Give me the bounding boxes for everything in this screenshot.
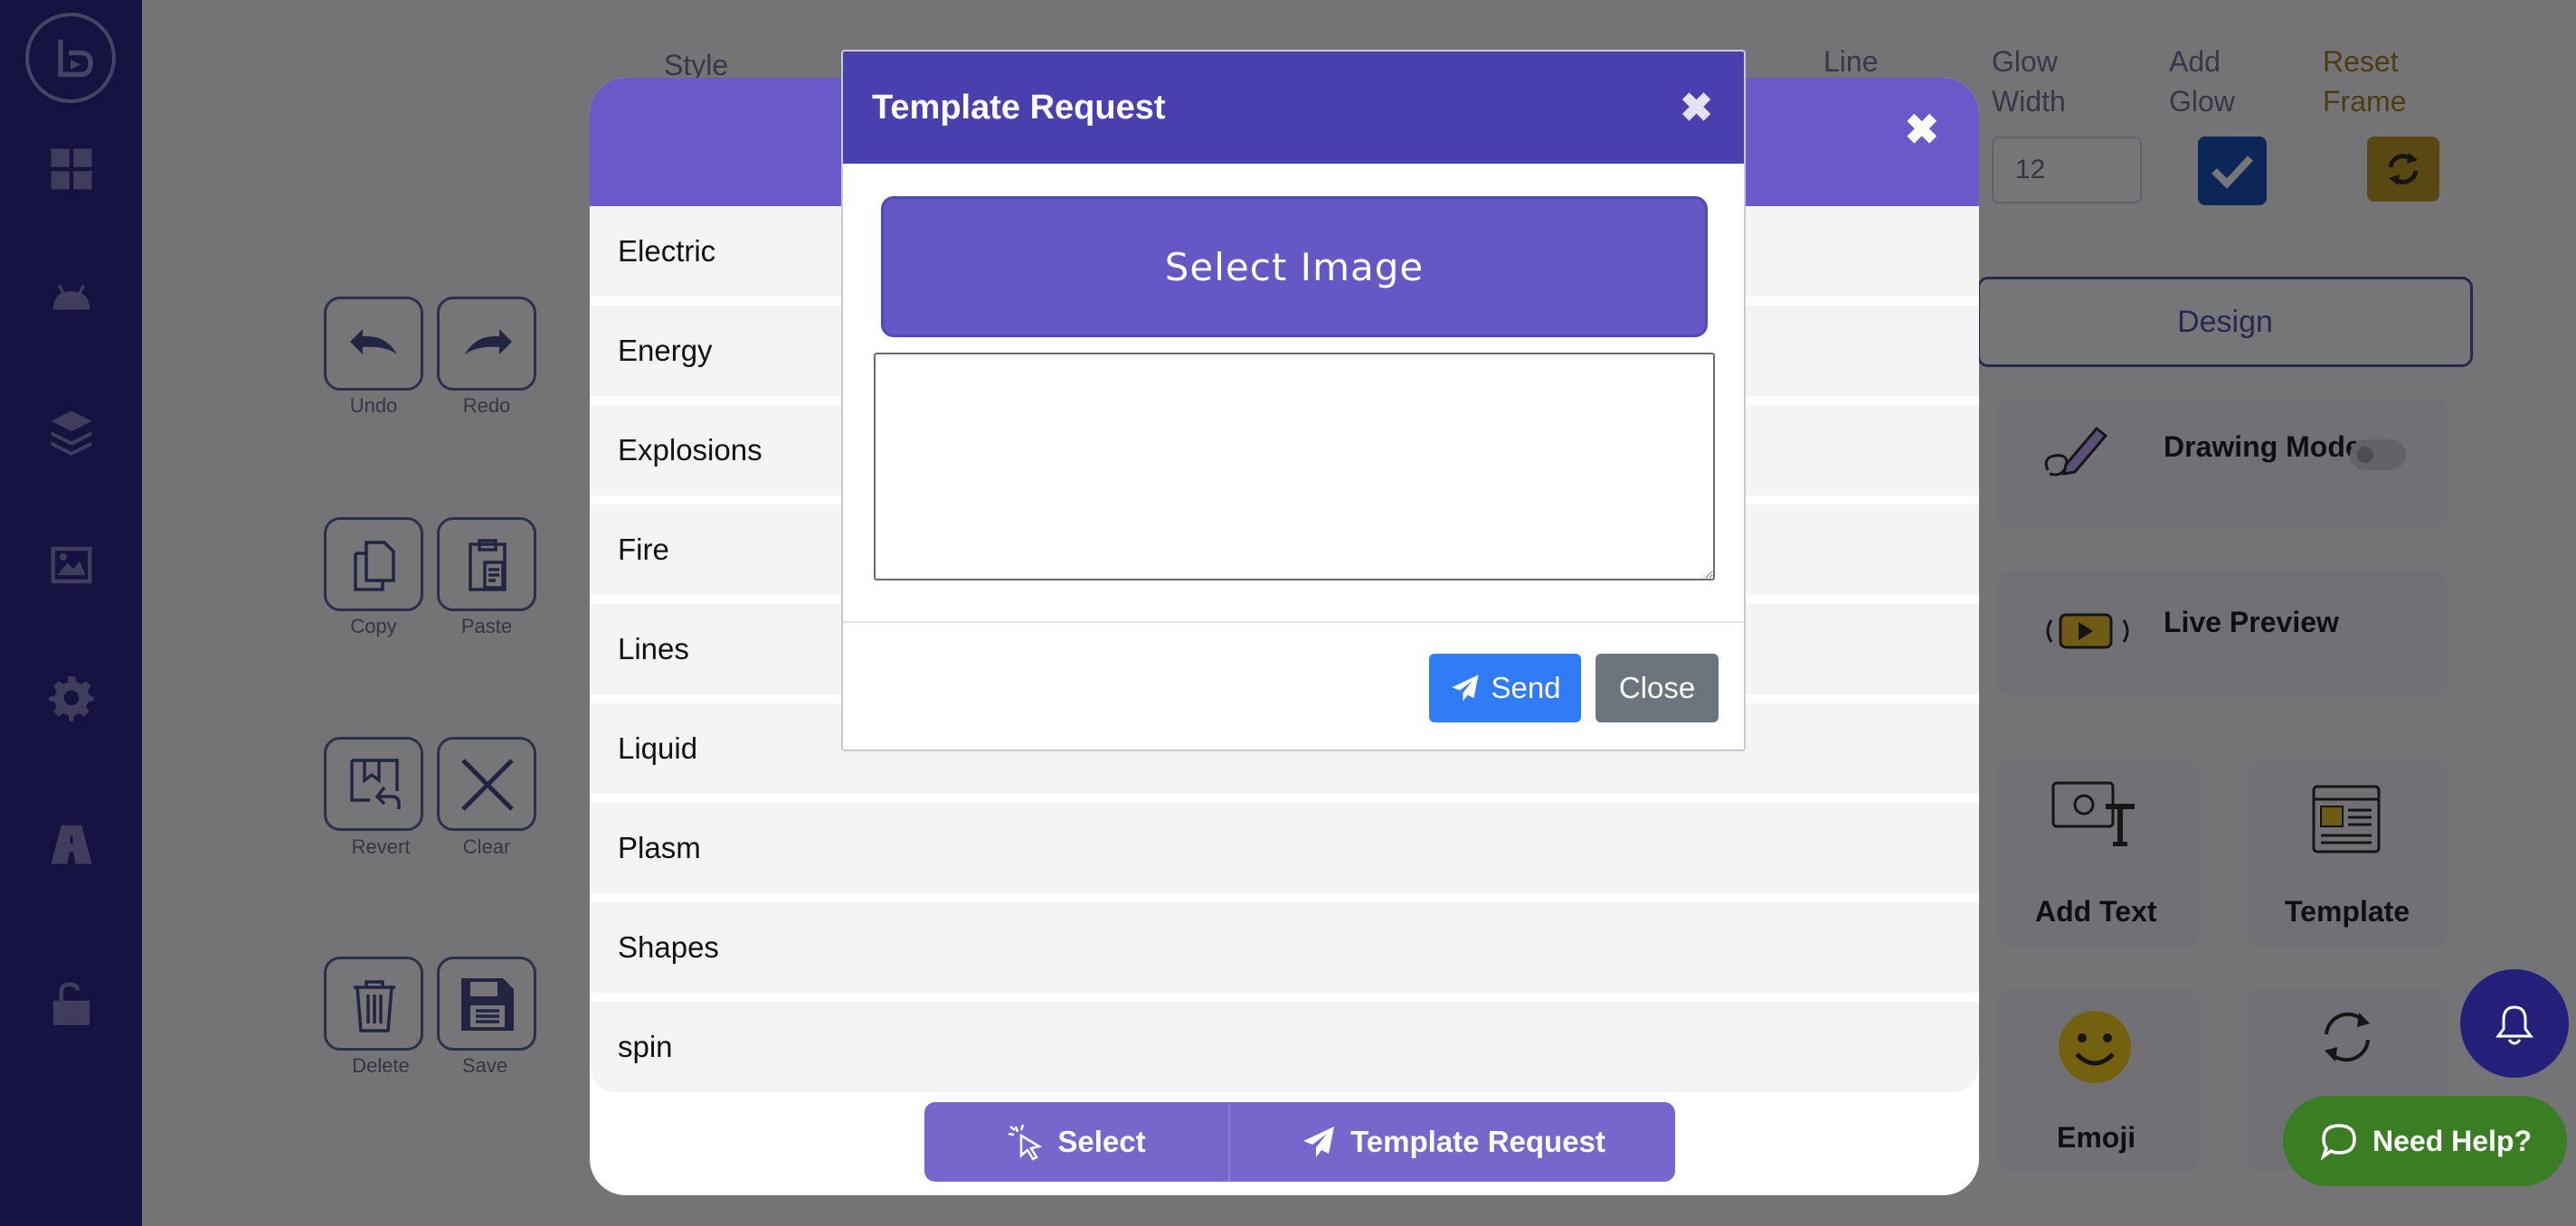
cursor-click-icon xyxy=(1009,1124,1043,1161)
paper-plane-icon xyxy=(1452,674,1480,702)
need-help-label: Need Help? xyxy=(2372,1124,2533,1157)
template-request-dialog: Template Request ✖ Select Image Send Clo… xyxy=(841,50,1746,751)
notification-button[interactable] xyxy=(2460,969,2569,1078)
select-label: Select xyxy=(1057,1125,1146,1158)
paper-plane-icon xyxy=(1303,1127,1335,1157)
request-description-textarea[interactable] xyxy=(874,353,1715,580)
send-label: Send xyxy=(1491,671,1561,704)
dialog-header: Template Request ✖ xyxy=(843,52,1744,164)
template-request-label: Template Request xyxy=(1350,1125,1605,1158)
dialog-divider xyxy=(843,621,1744,623)
chat-bubble-icon xyxy=(2320,1124,2356,1161)
bell-icon xyxy=(2496,1005,2533,1045)
close-icon[interactable]: ✖ xyxy=(1904,105,1939,154)
template-actions: Select Template Request xyxy=(924,1102,1675,1182)
need-help-button[interactable]: Need Help? xyxy=(2283,1096,2567,1186)
dialog-title: Template Request xyxy=(872,88,1166,127)
template-request-button[interactable]: Template Request xyxy=(1228,1102,1675,1182)
select-button[interactable]: Select xyxy=(924,1102,1228,1182)
list-item[interactable]: Plasm xyxy=(590,803,1979,893)
list-item[interactable]: spin xyxy=(590,1002,1979,1092)
send-button[interactable]: Send xyxy=(1429,654,1581,722)
select-image-button[interactable]: Select Image xyxy=(881,196,1708,337)
close-button[interactable]: Close xyxy=(1596,654,1719,722)
close-icon[interactable]: ✖ xyxy=(1680,85,1713,131)
list-item[interactable]: Shapes xyxy=(590,902,1979,993)
